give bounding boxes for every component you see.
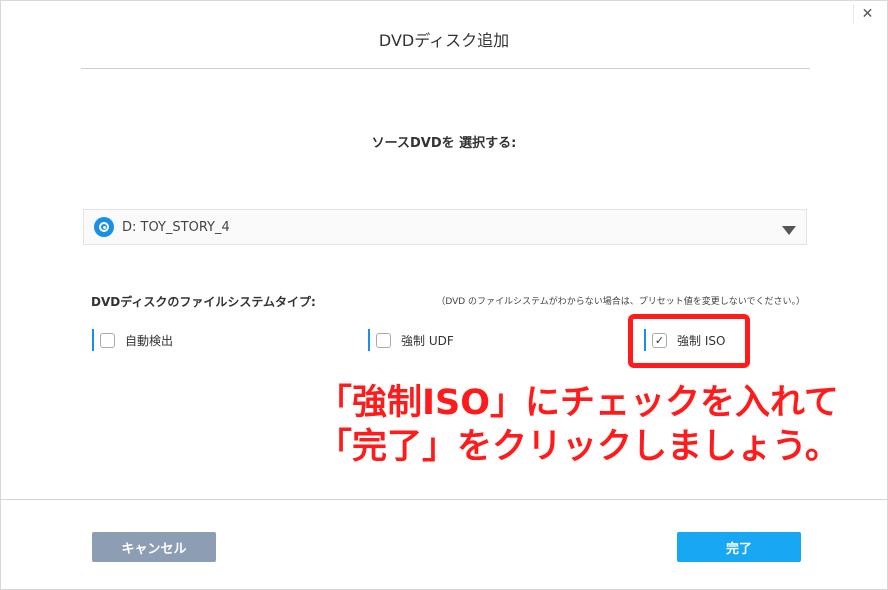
instruction-line-2: 「完了」をクリックしましょう。 xyxy=(317,427,840,467)
option-accent-bar xyxy=(368,329,370,351)
close-icon[interactable]: ✕ xyxy=(853,4,881,24)
option-force-udf[interactable]: 強制 UDF xyxy=(368,328,454,352)
option-auto-detect[interactable]: 自動検出 xyxy=(92,328,173,352)
force-udf-checkbox[interactable] xyxy=(376,332,391,348)
filesystem-note: （DVD のファイルシステムがわからない場合は、プリセット値を変更しないでくださ… xyxy=(436,297,805,307)
selected-drive-value: D: TOY_STORY_4 xyxy=(122,219,230,235)
dropdown-arrow-icon[interactable] xyxy=(782,226,796,235)
title-divider xyxy=(81,68,810,69)
footer-divider xyxy=(1,499,888,500)
source-drive-select[interactable]: D: TOY_STORY_4 xyxy=(83,209,807,245)
cancel-button[interactable]: キャンセル xyxy=(92,532,216,562)
instruction-annotation: 「強制ISO」にチェックを入れて 「完了」をクリックしましょう。 xyxy=(317,381,877,469)
auto-detect-checkbox[interactable] xyxy=(100,332,115,348)
highlight-box xyxy=(628,314,750,368)
disc-icon xyxy=(94,217,114,237)
source-dvd-label: ソースDVDを 選択する: xyxy=(371,136,517,151)
add-dvd-dialog: ✕ DVDディスク追加 ソースDVDを 選択する: D: TOY_STORY_4… xyxy=(0,0,888,590)
auto-detect-label: 自動検出 xyxy=(125,333,174,348)
instruction-line-1: 「強制ISO」にチェックを入れて xyxy=(317,383,839,423)
filesystem-type-label: DVDディスクのファイルシステムタイプ: xyxy=(91,295,316,309)
done-button[interactable]: 完了 xyxy=(677,532,801,562)
option-accent-bar xyxy=(92,329,94,351)
dialog-title: DVDディスク追加 xyxy=(378,31,510,50)
force-udf-label: 強制 UDF xyxy=(401,333,454,348)
